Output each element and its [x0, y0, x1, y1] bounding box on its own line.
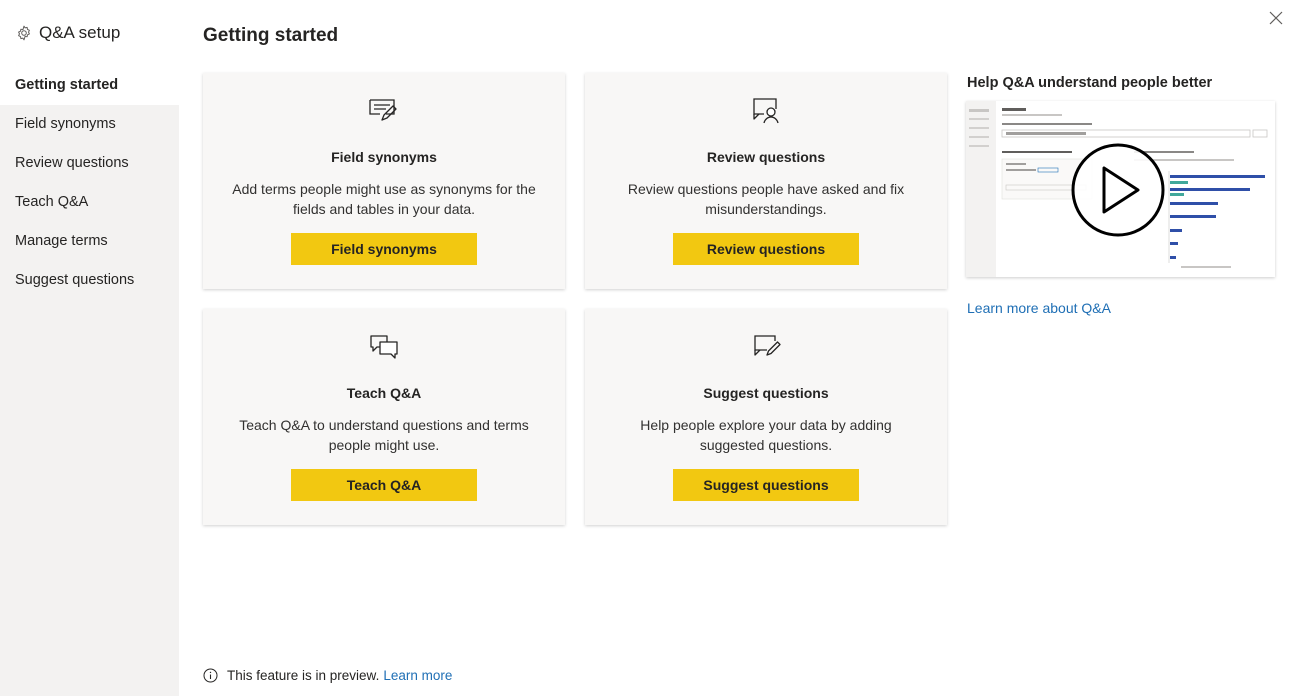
preview-text: This feature is in preview. [227, 668, 380, 683]
suggest-questions-icon [754, 335, 781, 356]
sidebar: Q&A setup Getting started Field synonyms… [0, 0, 179, 696]
sidebar-item-field-synonyms[interactable]: Field synonyms [0, 105, 179, 144]
review-questions-button[interactable]: Review questions [673, 233, 859, 265]
gear-icon [18, 25, 30, 41]
suggest-questions-button[interactable]: Suggest questions [673, 469, 859, 501]
card-description: Teach Q&A to understand questions and te… [239, 417, 529, 453]
sidebar-item-getting-started[interactable]: Getting started [0, 66, 179, 105]
teach-qna-button[interactable]: Teach Q&A [291, 469, 477, 501]
card-title: Field synonyms [331, 149, 437, 165]
card-description: Review questions people have asked and f… [627, 181, 905, 217]
sidebar-item-teach-qna[interactable]: Teach Q&A [0, 183, 179, 222]
card-suggest-questions: Suggest questions Help people explore yo… [585, 309, 947, 525]
sidebar-item-review-questions[interactable]: Review questions [0, 144, 179, 183]
video-preview-image [966, 101, 1275, 277]
learn-more-qna-link[interactable]: Learn more about Q&A [967, 300, 1111, 316]
field-synonyms-button[interactable]: Field synonyms [291, 233, 477, 265]
card-title: Review questions [706, 149, 826, 165]
sidebar-item-suggest-questions[interactable]: Suggest questions [0, 261, 179, 300]
synonyms-icon [369, 99, 397, 121]
review-questions-icon [753, 98, 779, 124]
card-description: Help people explore your data by adding … [640, 417, 892, 453]
card-description: Add terms people might use as synonyms f… [232, 181, 536, 217]
sidebar-title: Q&A setup [39, 23, 121, 42]
help-title: Help Q&A understand people better [967, 75, 1213, 91]
sidebar-item-manage-terms[interactable]: Manage terms [0, 222, 179, 261]
page-title: Getting started [203, 25, 339, 46]
teach-qna-icon [370, 335, 398, 359]
info-icon [203, 668, 218, 683]
card-title: Teach Q&A [346, 385, 422, 401]
sidebar-header: Q&A setup [0, 0, 179, 66]
close-icon[interactable] [1268, 10, 1284, 26]
learn-more-link[interactable]: Learn more [383, 668, 452, 683]
card-field-synonyms: Field synonyms Add terms people might us… [203, 73, 565, 289]
card-teach-qna: Teach Q&A Teach Q&A to understand questi… [203, 309, 565, 525]
card-title: Suggest questions [703, 385, 829, 401]
card-review-questions: Review questions Review questions people… [585, 73, 947, 289]
video-thumbnail[interactable] [966, 101, 1275, 277]
preview-notice: This feature is in preview. Learn more [203, 668, 452, 683]
